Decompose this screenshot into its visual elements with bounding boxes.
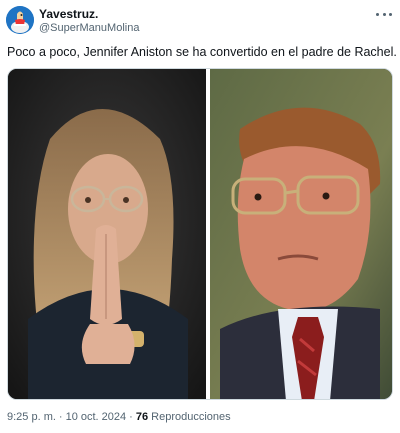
views-count: 76	[135, 411, 149, 423]
author-handle[interactable]: @SuperManuMolina	[39, 22, 139, 35]
meta-separator-views: ·	[129, 411, 133, 423]
meme-image	[8, 69, 392, 399]
tweet-text: Poco a poco, Jennifer Aniston se ha conv…	[7, 45, 397, 59]
views-label: Reproducciones	[151, 411, 231, 423]
more-options-dot	[382, 12, 386, 16]
man-face	[237, 146, 371, 311]
panel-divider	[206, 69, 210, 399]
author-avatar[interactable]	[6, 6, 34, 34]
tweet-date[interactable]: 10 oct. 2024	[66, 411, 127, 423]
more-options-dot	[389, 12, 392, 16]
more-options-icon[interactable]	[376, 8, 392, 20]
more-options-dot	[376, 12, 379, 16]
tweet-media-image[interactable]	[7, 68, 393, 400]
ostrich-avatar-icon	[6, 6, 34, 34]
tweet-card: Yavestruz. @SuperManuMolina Poco a poco,…	[0, 0, 400, 433]
author-display-name[interactable]: Yavestruz.	[39, 7, 98, 21]
tweet-metadata: 9:25 p. m. · 10 oct. 2024 · 76 Reproduccione…	[7, 410, 231, 424]
meta-separator: ·	[58, 411, 63, 423]
tweet-time[interactable]: 9:25 p. m.	[7, 411, 56, 423]
